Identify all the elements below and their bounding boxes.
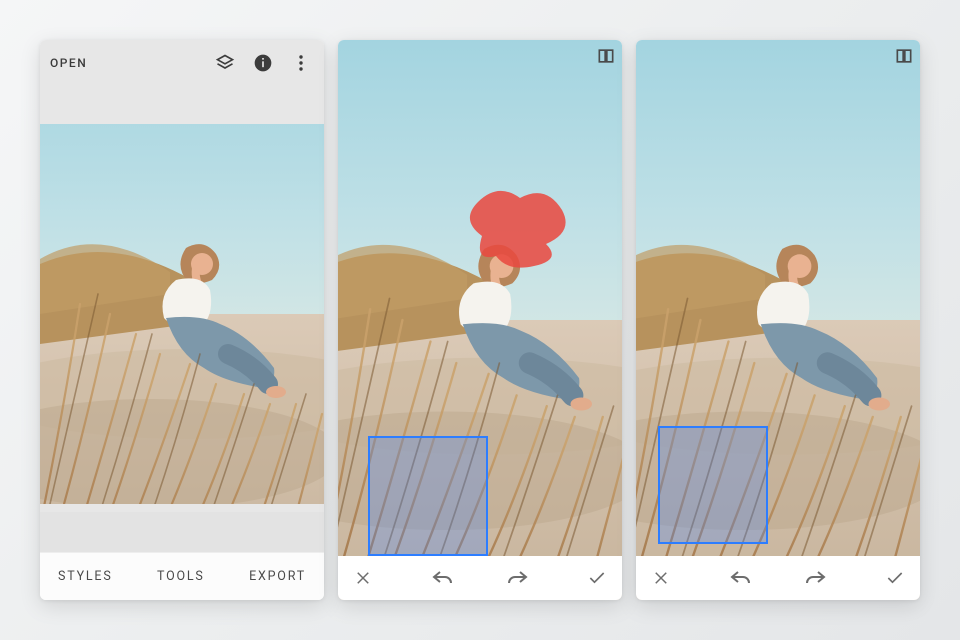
open-button[interactable]: OPEN bbox=[50, 56, 87, 70]
info-icon[interactable] bbox=[246, 46, 280, 80]
close-icon[interactable] bbox=[646, 563, 676, 593]
tab-tools[interactable]: TOOLS bbox=[157, 569, 205, 584]
zoom-preview-box[interactable] bbox=[368, 436, 488, 556]
screen-healing-result bbox=[636, 40, 920, 600]
bottom-tabbar: STYLES TOOLS EXPORT bbox=[40, 552, 324, 600]
layers-icon[interactable] bbox=[208, 46, 242, 80]
compare-icon[interactable] bbox=[894, 46, 914, 66]
redo-icon[interactable] bbox=[502, 563, 532, 593]
screen-healing-painted bbox=[338, 40, 622, 600]
undo-icon[interactable] bbox=[428, 563, 458, 593]
confirm-icon[interactable] bbox=[582, 563, 612, 593]
canvas-area bbox=[40, 86, 324, 552]
zoom-preview-box[interactable] bbox=[658, 426, 768, 544]
undo-icon[interactable] bbox=[726, 563, 756, 593]
close-icon[interactable] bbox=[348, 563, 378, 593]
overflow-menu-icon[interactable] bbox=[284, 46, 318, 80]
tab-export[interactable]: EXPORT bbox=[249, 569, 306, 584]
tab-styles[interactable]: STYLES bbox=[58, 569, 113, 584]
redo-icon[interactable] bbox=[800, 563, 830, 593]
screen-main: OPEN STYLES TOOLS EXPORT bbox=[40, 40, 324, 600]
edit-toolbar bbox=[636, 556, 920, 600]
top-toolbar: OPEN bbox=[40, 40, 324, 86]
edited-photo[interactable] bbox=[40, 124, 324, 504]
edit-toolbar bbox=[338, 556, 622, 600]
confirm-icon[interactable] bbox=[880, 563, 910, 593]
compare-icon[interactable] bbox=[596, 46, 616, 66]
